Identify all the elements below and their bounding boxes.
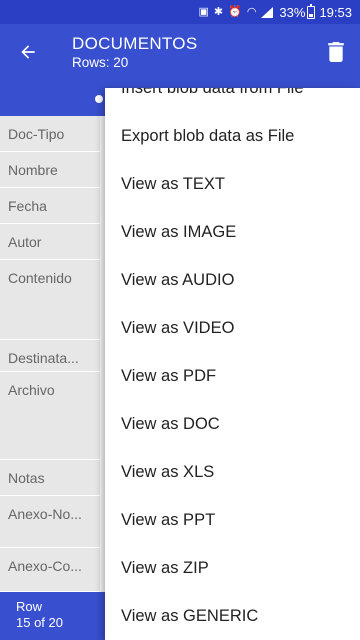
status-bar: ▣ ✱ ⏰ ◠ 33% 19:53 bbox=[0, 0, 360, 24]
record-form: Doc-Tipo Nombre Fecha Autor Contenido De… bbox=[0, 116, 105, 592]
wifi-icon: ◠ bbox=[246, 5, 257, 18]
menu-item-view-text[interactable]: View as TEXT bbox=[105, 160, 360, 208]
field-label-doc-tipo: Doc-Tipo bbox=[0, 116, 100, 152]
back-button[interactable] bbox=[14, 38, 42, 66]
battery-icon bbox=[307, 3, 316, 19]
row-position: 15 of 20 bbox=[16, 615, 63, 630]
delete-button[interactable] bbox=[322, 38, 350, 66]
field-label-anexo-nombre: Anexo-No... bbox=[0, 496, 100, 548]
field-label-archivo: Archivo bbox=[0, 372, 100, 460]
field-label-contenido: Contenido bbox=[0, 260, 100, 340]
page-title: DOCUMENTOS bbox=[72, 34, 198, 53]
row-label: Row bbox=[16, 599, 43, 614]
bluetooth-icon: ✱ bbox=[213, 5, 224, 18]
row-count: Rows: 20 bbox=[72, 55, 129, 70]
field-label-fecha: Fecha bbox=[0, 188, 100, 224]
menu-item-view-generic[interactable]: View as GENERIC bbox=[105, 592, 360, 640]
menu-item-view-ppt[interactable]: View as PPT bbox=[105, 496, 360, 544]
menu-item-view-zip[interactable]: View as ZIP bbox=[105, 544, 360, 592]
battery-percent: 33% bbox=[279, 4, 306, 20]
page-indicator-dot bbox=[95, 95, 103, 103]
row-navigator: Row 15 of 20 bbox=[0, 592, 105, 640]
menu-item-view-audio[interactable]: View as AUDIO bbox=[105, 256, 360, 304]
field-label-nombre: Nombre bbox=[0, 152, 100, 188]
field-label-anexo-contenido: Anexo-Co... bbox=[0, 548, 100, 592]
menu-item-view-doc[interactable]: View as DOC bbox=[105, 400, 360, 448]
status-icons: ▣ ✱ ⏰ ◠ bbox=[198, 5, 274, 18]
menu-item-insert-blob[interactable]: Insert blob data from File bbox=[105, 88, 360, 112]
field-label-notas: Notas bbox=[0, 460, 100, 496]
alarm-icon: ⏰ bbox=[228, 5, 242, 18]
menu-item-export-blob[interactable]: Export blob data as File bbox=[105, 112, 360, 160]
signal-icon bbox=[261, 6, 274, 18]
menu-item-view-image[interactable]: View as IMAGE bbox=[105, 208, 360, 256]
arrow-back-icon bbox=[21, 45, 35, 59]
field-label-destinatario: Destinata... bbox=[0, 340, 100, 372]
menu-item-view-xls[interactable]: View as XLS bbox=[105, 448, 360, 496]
menu-item-view-pdf[interactable]: View as PDF bbox=[105, 352, 360, 400]
field-label-autor: Autor bbox=[0, 224, 100, 260]
blob-actions-menu: Insert blob data from File Export blob d… bbox=[105, 88, 360, 640]
notification-icon: ▣ bbox=[198, 5, 209, 18]
menu-item-view-video[interactable]: View as VIDEO bbox=[105, 304, 360, 352]
trash-icon bbox=[328, 42, 344, 62]
clock: 19:53 bbox=[319, 4, 352, 20]
